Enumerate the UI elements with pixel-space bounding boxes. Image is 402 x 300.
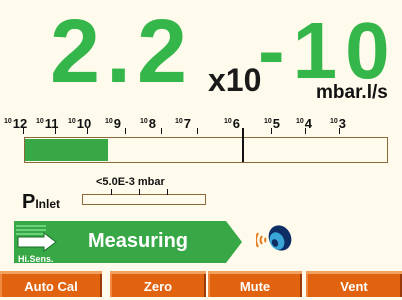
- mute-button[interactable]: Mute: [208, 271, 302, 297]
- leak-detector-display: 2.2 x10 -10 mbar.l/s 1012 1011 1010 109 …: [0, 0, 402, 297]
- scale-tick: [125, 128, 126, 134]
- scale-tick: [305, 128, 306, 134]
- scale-label-base: 10: [140, 117, 148, 125]
- scale-tick: [87, 128, 88, 134]
- scale-label: 108: [140, 116, 156, 131]
- scale-label-exponent: 7: [183, 116, 192, 131]
- pressure-tick: [139, 189, 140, 195]
- inlet-pressure-value: <5.0E-3 mbar: [96, 176, 165, 188]
- leak-rate-multiplier: x10: [208, 62, 262, 98]
- scale-label-base: 10: [68, 117, 76, 125]
- scale-label-base: 10: [4, 117, 12, 125]
- scale-label-exponent: 12: [12, 116, 28, 131]
- scale-label: 107: [175, 116, 191, 131]
- scale-label-exponent: 11: [44, 116, 59, 131]
- scale-label-exponent: 9: [113, 116, 122, 131]
- pressure-tick: [111, 189, 112, 195]
- status-text: Measuring: [88, 230, 189, 252]
- scale-label-base: 10: [296, 117, 304, 125]
- scale-tick: [55, 128, 56, 134]
- scale-label-base: 10: [105, 117, 113, 125]
- scale-label: 105: [264, 116, 280, 131]
- inlet-pressure-sublabel: Inlet: [35, 197, 61, 211]
- scale-tick: [23, 128, 24, 134]
- arrow-right-icon: [16, 225, 57, 252]
- scale-label-exponent: 10: [76, 116, 92, 131]
- scale-tick: [161, 128, 162, 134]
- vent-button[interactable]: Vent: [306, 271, 402, 297]
- inlet-pressure-bar: [82, 189, 206, 205]
- pressure-tick: [167, 189, 168, 195]
- scale-tick: [271, 128, 272, 134]
- scale-label-base: 10: [264, 117, 272, 125]
- leak-rate-unit: mbar.l/s: [316, 82, 388, 103]
- scale-label-base: 10: [36, 117, 44, 125]
- scale-label: 106: [224, 116, 240, 131]
- scale-label: 109: [105, 116, 121, 131]
- leak-rate-bar-marker: [242, 128, 244, 162]
- scale-label-base: 10: [175, 117, 183, 125]
- scale-label-exponent: 8: [148, 116, 157, 131]
- sensitivity-mode: Hi.Sens.: [18, 254, 54, 264]
- scale-tick: [339, 128, 340, 134]
- speaker-icon: [256, 225, 292, 251]
- auto-cal-button[interactable]: Auto Cal: [0, 271, 102, 297]
- status-banner-point: [226, 221, 242, 263]
- leak-rate-bar-graph: [23, 128, 388, 163]
- inlet-pressure-symbol: P: [22, 191, 36, 213]
- leak-rate-bar-fill: [25, 139, 108, 161]
- scale-label-base: 10: [330, 117, 338, 125]
- zero-button[interactable]: Zero: [110, 271, 206, 297]
- scale-label-exponent: 6: [232, 116, 241, 131]
- scale-label-exponent: 5: [272, 116, 281, 131]
- scale-label-base: 10: [224, 117, 232, 125]
- leak-rate-mantissa: 2.2: [50, 2, 194, 102]
- scale-tick: [197, 128, 198, 134]
- bar-scale-labels: 1012 1011 1010 109 108 107 106 105 104 1…: [0, 116, 402, 138]
- inlet-pressure-label: PInlet: [22, 191, 60, 214]
